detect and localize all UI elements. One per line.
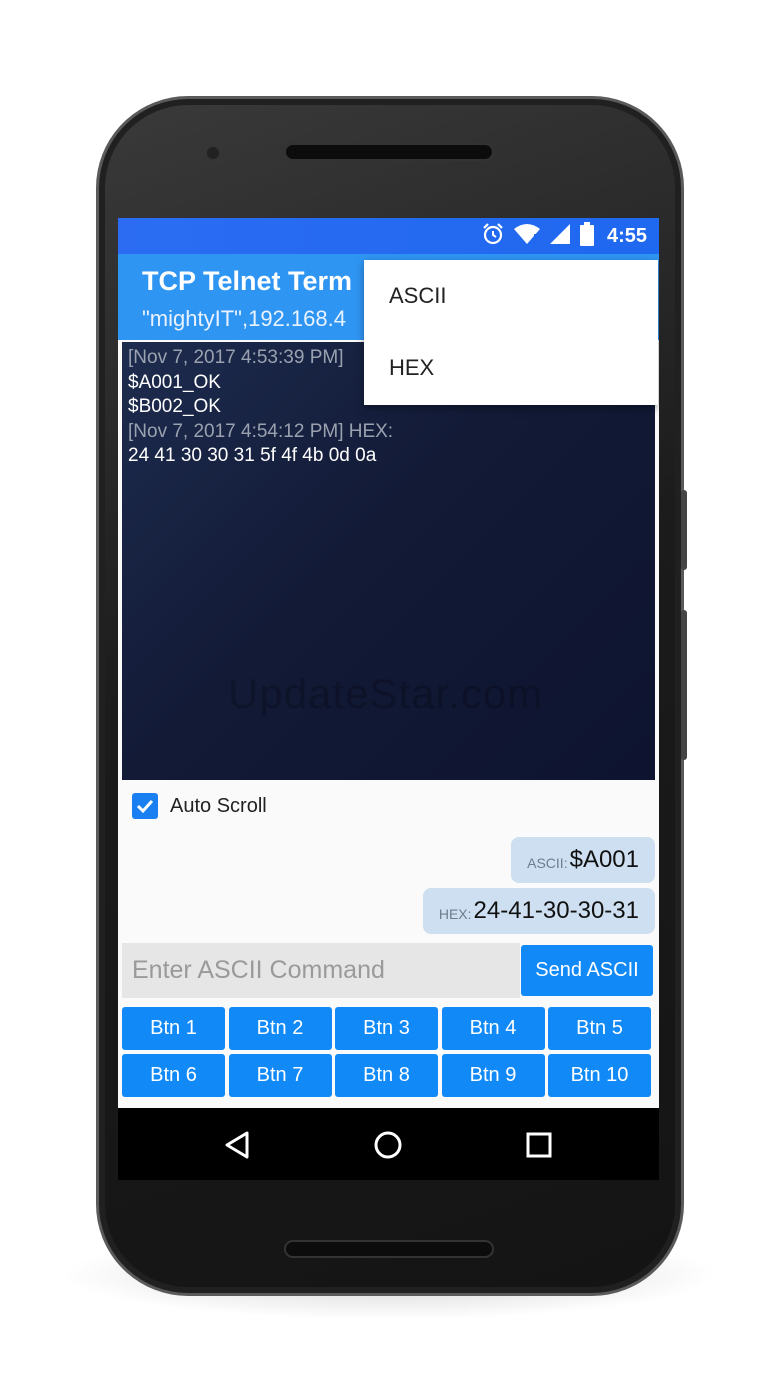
power-button — [681, 490, 687, 570]
home-icon[interactable] — [373, 1130, 403, 1160]
signal-icon — [549, 223, 571, 250]
macro-button-3[interactable]: Btn 3 — [335, 1007, 438, 1050]
menu-item-ascii[interactable]: ASCII — [364, 260, 658, 332]
terminal-output[interactable]: [Nov 7, 2017 4:53:39 PM] $A001_OK $B002_OK… — [122, 342, 655, 780]
bottom-speaker — [284, 1240, 494, 1258]
ascii-command-input[interactable] — [122, 943, 520, 998]
watermark: UpdateStar.com — [228, 670, 544, 717]
connection-subtitle: "mightyIT",192.168.4 — [142, 306, 346, 331]
macro-button-grid: Btn 1 Btn 2 Btn 3 Btn 4 Btn 5 Btn 6 Btn 7 Btn 8… — [122, 1007, 655, 1097]
status-time: 4:55 — [606, 224, 647, 247]
macro-button-6[interactable]: Btn 6 — [122, 1054, 225, 1097]
auto-scroll-checkbox[interactable] — [132, 793, 158, 819]
earpiece-speaker — [284, 143, 494, 161]
volume-button — [681, 610, 687, 760]
sent-hex-value: 24-41-30-30-31 — [473, 897, 639, 924]
navigation-bar — [118, 1108, 659, 1180]
auto-scroll-toggle[interactable]: Auto Scroll — [132, 792, 267, 820]
terminal-line: [Nov 7, 2017 4:54:12 PM] HEX: — [128, 420, 394, 442]
alarm-icon — [481, 222, 505, 251]
sent-ascii-tag: ASCII: — [527, 855, 568, 871]
macro-button-10[interactable]: Btn 10 — [548, 1054, 651, 1097]
sent-ascii-bubble: ASCII: $A001 — [511, 837, 655, 883]
screen: 4:55 TCP Telnet Term "mightyIT",192.168.… — [118, 218, 659, 1180]
wifi-icon — [513, 222, 541, 251]
sent-ascii-value: $A001 — [569, 846, 639, 873]
status-bar: 4:55 — [118, 218, 659, 254]
checkmark-icon — [136, 799, 154, 814]
sent-hex-bubble: HEX: 24-41-30-30-31 — [422, 888, 655, 934]
menu-item-hex[interactable]: HEX — [364, 332, 658, 404]
mode-dropdown-menu: ASCII HEX — [364, 260, 658, 405]
macro-button-5[interactable]: Btn 5 — [548, 1007, 651, 1050]
macro-button-8[interactable]: Btn 8 — [335, 1054, 438, 1097]
app-title: TCP Telnet Term — [142, 266, 353, 296]
macro-button-2[interactable]: Btn 2 — [228, 1007, 332, 1050]
terminal-line: 24 41 30 30 31 5f 4f 4b 0d 0a — [128, 445, 377, 466]
send-ascii-button[interactable]: Send ASCII — [521, 945, 653, 996]
status-icons: 4:55 — [481, 221, 647, 251]
sent-hex-tag: HEX: — [438, 906, 472, 922]
macro-button-1[interactable]: Btn 1 — [122, 1007, 225, 1050]
back-icon[interactable] — [222, 1130, 252, 1160]
macro-button-7[interactable]: Btn 7 — [228, 1054, 332, 1097]
macro-button-9[interactable]: Btn 9 — [441, 1054, 545, 1097]
macro-button-4[interactable]: Btn 4 — [441, 1007, 545, 1050]
battery-icon — [579, 221, 595, 251]
auto-scroll-label: Auto Scroll — [170, 794, 267, 817]
front-camera — [206, 146, 220, 160]
recents-icon[interactable] — [524, 1130, 554, 1160]
